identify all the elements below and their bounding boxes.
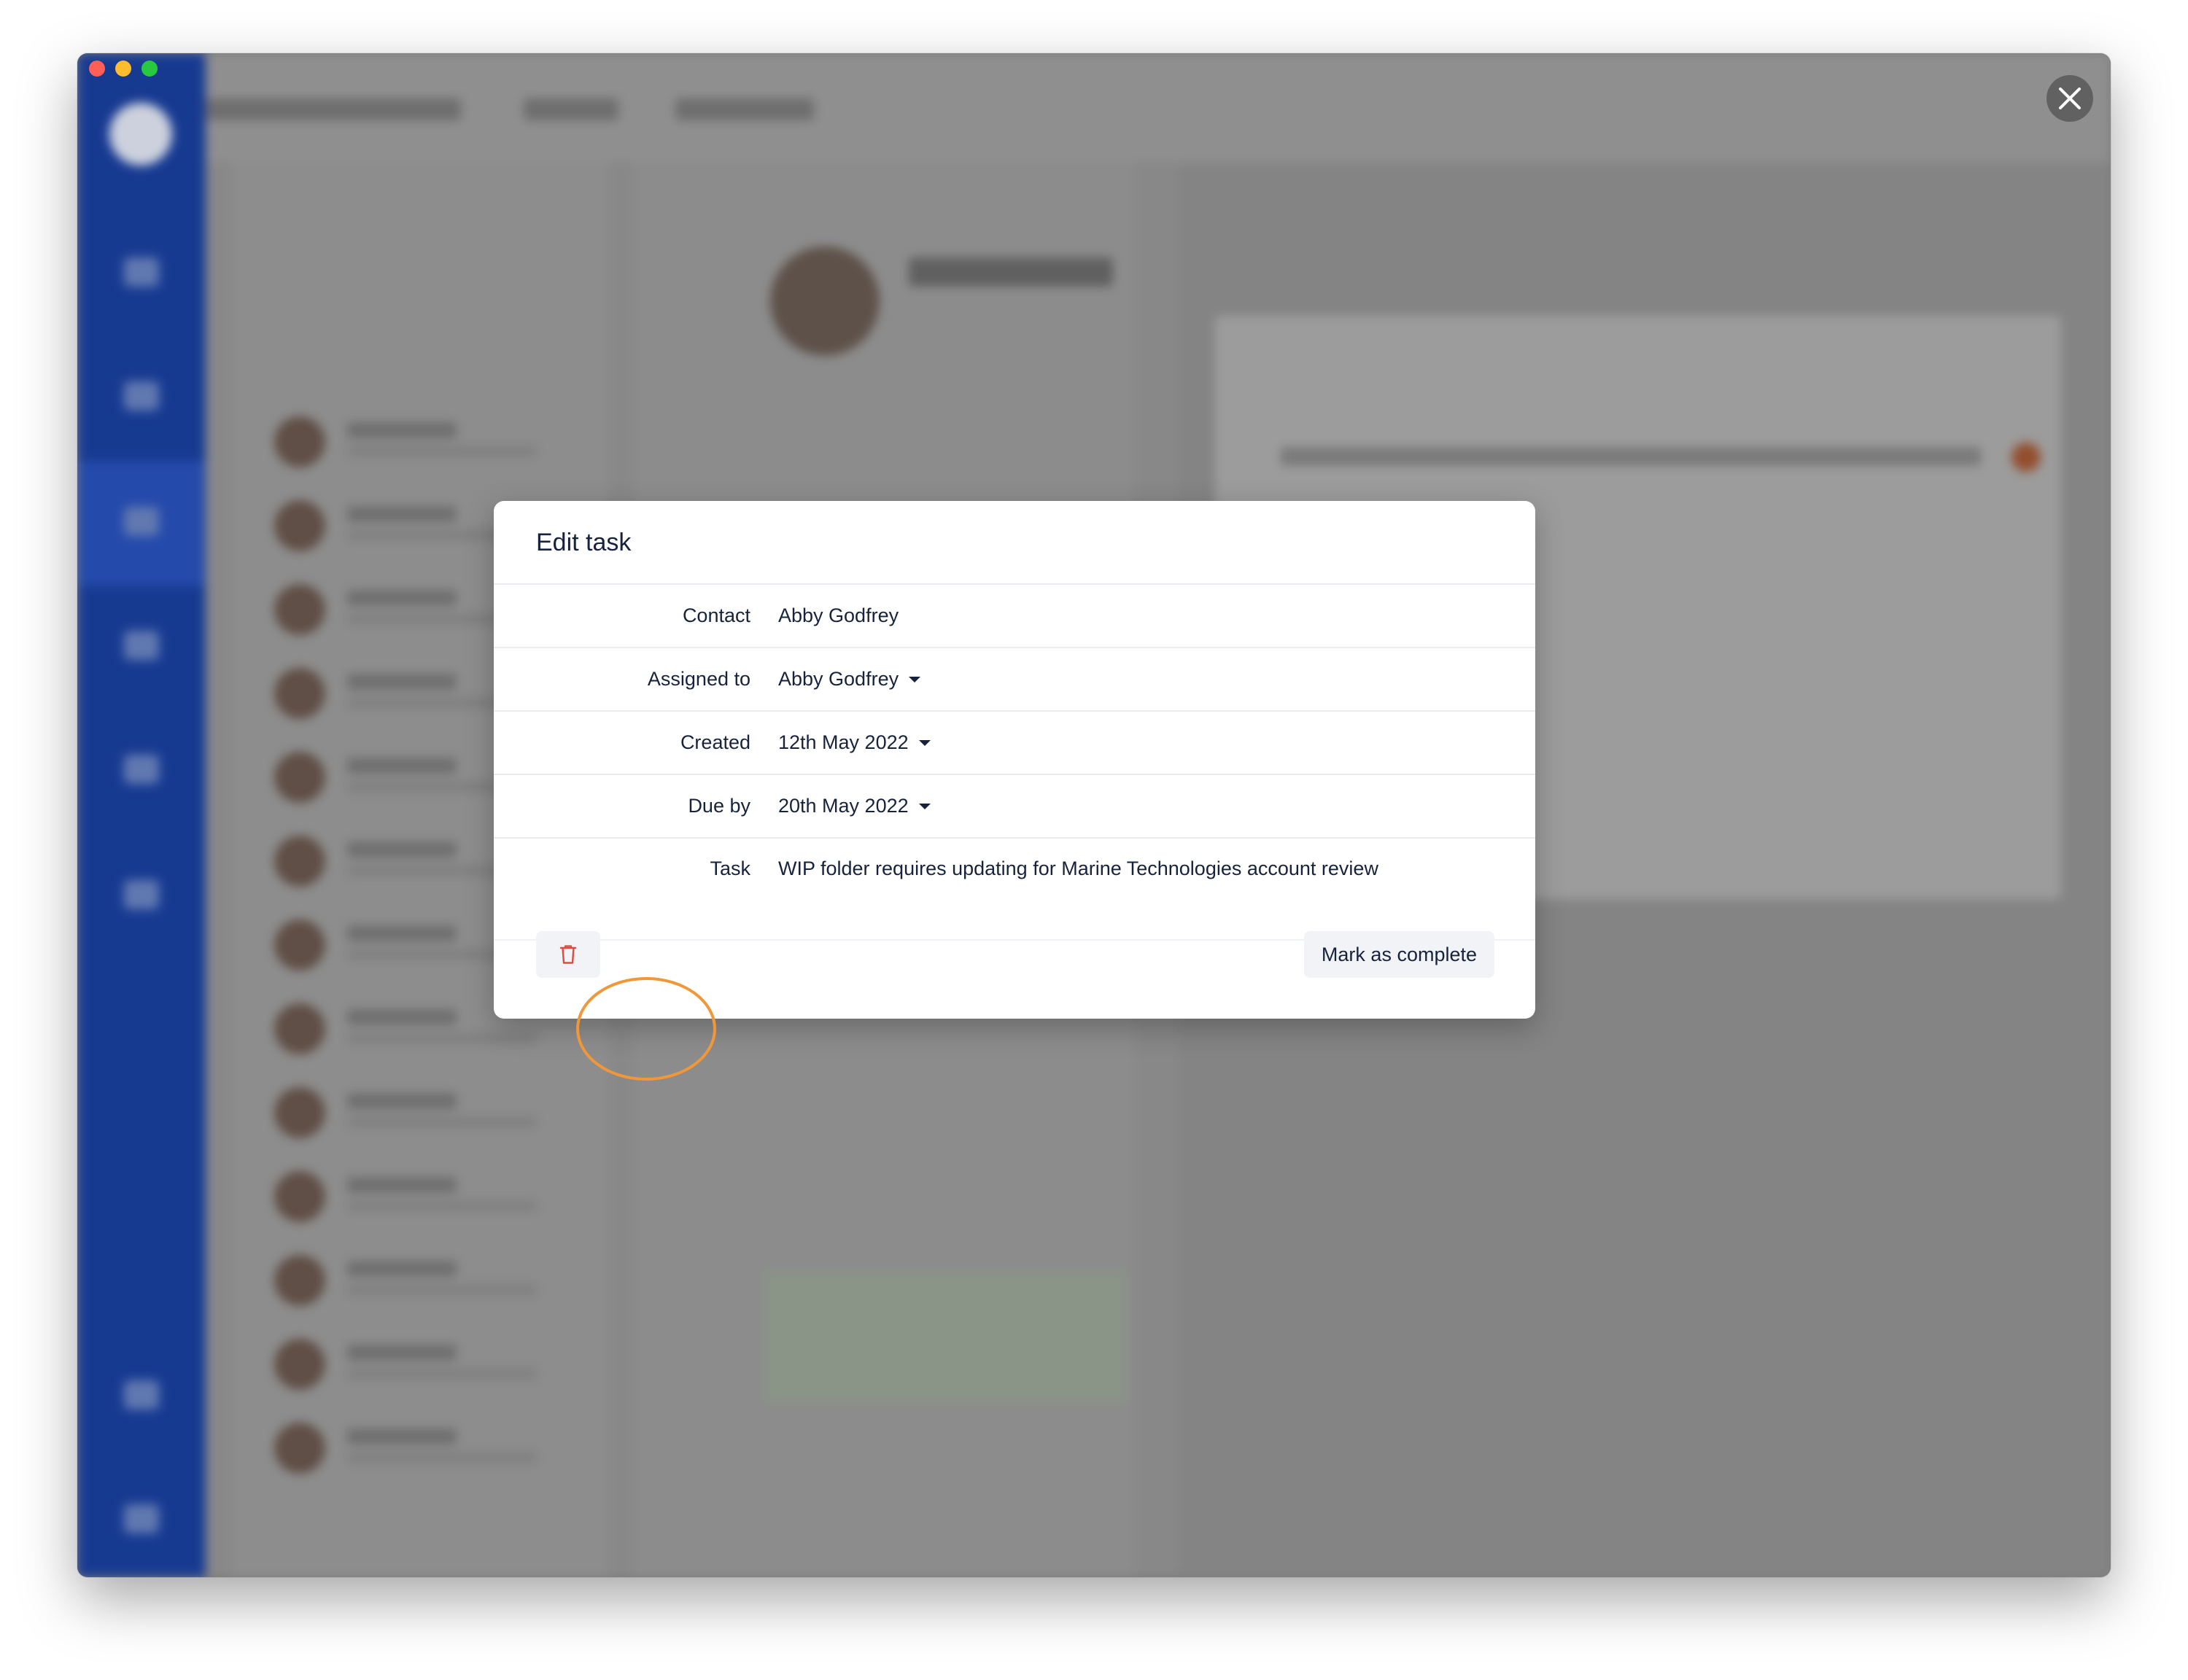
chevron-down-icon <box>918 803 931 809</box>
field-label: Contact <box>682 604 750 626</box>
field-value: Abby Godfrey <box>778 668 899 690</box>
modal-title: Edit task <box>536 529 632 556</box>
due-date-dropdown[interactable]: 20th May 2022 <box>778 795 931 817</box>
field-row-contact: Contact Abby Godfrey <box>494 585 1535 648</box>
field-row-assigned-to: Assigned to Abby Godfrey <box>494 648 1535 712</box>
chevron-down-icon <box>918 739 931 746</box>
close-overlay-button[interactable] <box>2047 75 2093 122</box>
field-label: Due by <box>688 795 750 817</box>
window-zoom-button[interactable] <box>141 61 158 77</box>
field-value: WIP folder requires updating for Marine … <box>778 858 1378 879</box>
mark-as-complete-button[interactable]: Mark as complete <box>1303 931 1494 978</box>
field-value: 20th May 2022 <box>778 795 909 817</box>
window-minimize-button[interactable] <box>115 61 131 77</box>
field-label: Assigned to <box>647 668 750 690</box>
delete-task-button[interactable] <box>536 931 600 978</box>
annotation-highlight-ring <box>576 977 716 1081</box>
created-date-dropdown[interactable]: 12th May 2022 <box>778 731 931 754</box>
field-label: Created <box>680 731 750 753</box>
field-row-created: Created 12th May 2022 <box>494 712 1535 775</box>
edit-task-modal: Edit task Contact Abby Godfrey Assigned … <box>494 501 1535 1019</box>
window-controls <box>89 61 158 77</box>
task-description-field[interactable]: WIP folder requires updating for Marine … <box>778 858 1378 880</box>
close-icon <box>2059 88 2081 109</box>
trash-icon <box>559 945 577 964</box>
chevron-down-icon <box>909 676 921 682</box>
window-close-button[interactable] <box>89 61 105 77</box>
contact-value: Abby Godfrey <box>778 604 899 627</box>
field-value: Abby Godfrey <box>778 604 899 626</box>
field-label: Task <box>710 858 750 879</box>
task-fields: Contact Abby Godfrey Assigned to Abby Go… <box>494 583 1535 941</box>
assigned-to-dropdown[interactable]: Abby Godfrey <box>778 668 921 691</box>
field-row-due-by: Due by 20th May 2022 <box>494 775 1535 839</box>
field-value: 12th May 2022 <box>778 731 909 753</box>
